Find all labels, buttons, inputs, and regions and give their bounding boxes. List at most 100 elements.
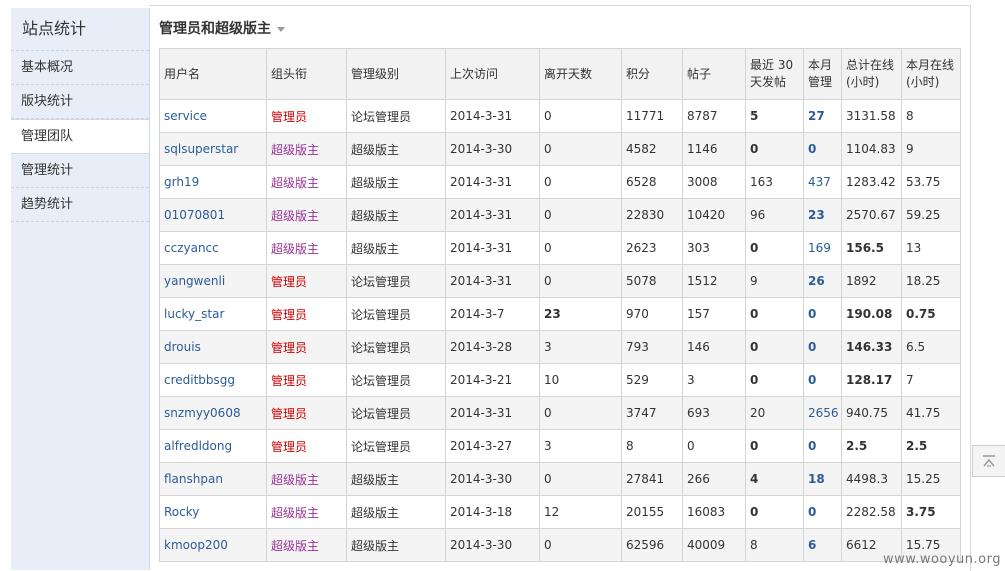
credits: 22830: [626, 208, 665, 222]
col-header-away-days[interactable]: 离开天数: [539, 48, 622, 100]
col-header-user[interactable]: 用户名: [159, 48, 267, 100]
cell-credits: 4582: [621, 132, 683, 166]
cell-user-link: lucky_star: [159, 297, 267, 331]
cell-posts: 1146: [682, 132, 746, 166]
recent-posts: 0: [750, 307, 759, 321]
col-header-month-online[interactable]: 本月在线(小时): [901, 48, 961, 100]
admin-level: 论坛管理员: [351, 307, 412, 322]
group-title: 超级版主: [271, 208, 320, 223]
cell-month-mgr: 0: [803, 429, 842, 463]
month-online: 15.75: [906, 538, 941, 552]
last-visit: 2014-3-31: [450, 175, 513, 189]
user-link[interactable]: lucky_star: [164, 307, 224, 321]
recent-posts: 0: [750, 505, 759, 519]
user-link[interactable]: yangwenli: [164, 274, 225, 288]
sidebar-item-mod-stats[interactable]: 管理统计: [11, 154, 149, 188]
cell-posts: 693: [682, 396, 746, 430]
last-visit: 2014-3-31: [450, 109, 513, 123]
total-online: 1283.42: [846, 175, 896, 189]
group-title: 管理员: [271, 340, 308, 355]
user-link[interactable]: Rocky: [164, 505, 199, 519]
cell-posts: 40009: [682, 528, 746, 562]
cell-posts: 10420: [682, 198, 746, 232]
cell-admin-level: 论坛管理员: [346, 99, 446, 133]
user-link[interactable]: grh19: [164, 175, 199, 189]
group-title: 超级版主: [271, 241, 320, 256]
page-title-text: 管理员和超级版主: [159, 21, 271, 37]
col-header-last-visit[interactable]: 上次访问: [445, 48, 540, 100]
sidebar-item-trends[interactable]: 趋势统计: [11, 188, 149, 222]
chevron-down-icon[interactable]: [277, 26, 285, 32]
group-title: 超级版主: [271, 472, 320, 487]
watermark: www.wooyun.org: [882, 552, 1001, 567]
cell-group-title: 管理员: [266, 363, 347, 397]
user-link[interactable]: kmoop200: [164, 538, 228, 552]
credits: 793: [626, 340, 649, 354]
col-header-posts[interactable]: 帖子: [682, 48, 746, 100]
posts: 10420: [687, 208, 726, 222]
cell-last-visit: 2014-3-30: [445, 462, 540, 496]
cell-last-visit: 2014-3-31: [445, 99, 540, 133]
col-header-month-mgr[interactable]: 本月管理: [803, 48, 842, 100]
cell-posts: 266: [682, 462, 746, 496]
sidebar-item-team[interactable]: 管理团队: [11, 119, 149, 154]
credits: 27841: [626, 472, 665, 486]
month-mgr: 27: [808, 109, 825, 123]
recent-posts: 8: [750, 538, 758, 552]
cell-admin-level: 超级版主: [346, 132, 446, 166]
col-header-credits[interactable]: 积分: [621, 48, 683, 100]
page-title[interactable]: 管理员和超级版主: [159, 18, 285, 38]
cell-month-online: 59.25: [901, 198, 961, 232]
arrow-up-icon: [983, 455, 995, 467]
table-row: drouis 管理员 论坛管理员 2014-3-28 3 793 146 0 0 146.33 6.…: [159, 330, 961, 364]
recent-posts: 0: [750, 142, 759, 156]
main-panel: 管理员和超级版主 用户名 组头衔 管理级别 上次访问 离开天数 积分 帖子 最近…: [149, 5, 971, 571]
cell-month-online: 3.75: [901, 495, 961, 529]
user-link[interactable]: drouis: [164, 340, 201, 354]
user-link[interactable]: 01070801: [164, 208, 225, 222]
cell-group-title: 超级版主: [266, 528, 347, 562]
group-title: 管理员: [271, 373, 308, 388]
col-header-level[interactable]: 管理级别: [346, 48, 446, 100]
cell-admin-level: 论坛管理员: [346, 264, 446, 298]
cell-posts: 16083: [682, 495, 746, 529]
user-link[interactable]: service: [164, 109, 207, 123]
last-visit: 2014-3-21: [450, 373, 513, 387]
user-link[interactable]: creditbbsgg: [164, 373, 235, 387]
cell-posts: 303: [682, 231, 746, 265]
cell-last-visit: 2014-3-7: [445, 297, 540, 331]
cell-recent-posts: 0: [745, 297, 804, 331]
sidebar-item-overview[interactable]: 基本概况: [11, 51, 149, 85]
posts: 1146: [687, 142, 718, 156]
admin-level: 超级版主: [351, 505, 400, 520]
user-link[interactable]: sqlsuperstar: [164, 142, 238, 156]
total-online: 190.08: [846, 307, 893, 321]
back-to-top-button[interactable]: [972, 445, 1005, 477]
user-link[interactable]: snzmyy0608: [164, 406, 241, 420]
cell-user-link: flanshpan: [159, 462, 267, 496]
total-online: 156.5: [846, 241, 884, 255]
sidebar-item-forum-stats[interactable]: 版块统计: [11, 85, 149, 119]
user-link[interactable]: cczyancc: [164, 241, 219, 255]
group-title: 超级版主: [271, 505, 320, 520]
cell-user-link: grh19: [159, 165, 267, 199]
month-mgr: 169: [808, 241, 831, 255]
table-row: kmoop200 超级版主 超级版主 2014-3-30 0 62596 40009 8 6 66…: [159, 528, 961, 562]
user-link[interactable]: alfredldong: [164, 439, 232, 453]
cell-away-days: 23: [539, 297, 622, 331]
user-link[interactable]: flanshpan: [164, 472, 223, 486]
cell-away-days: 3: [539, 330, 622, 364]
cell-last-visit: 2014-3-30: [445, 132, 540, 166]
cell-recent-posts: 0: [745, 132, 804, 166]
cell-away-days: 0: [539, 132, 622, 166]
col-header-group[interactable]: 组头衔: [266, 48, 347, 100]
month-mgr: 0: [808, 439, 817, 453]
cell-away-days: 0: [539, 528, 622, 562]
cell-recent-posts: 0: [745, 330, 804, 364]
away-days: 10: [544, 373, 560, 387]
last-visit: 2014-3-31: [450, 241, 513, 255]
credits: 3747: [626, 406, 657, 420]
col-header-total-online[interactable]: 总计在线(小时): [841, 48, 902, 100]
col-header-recent-posts[interactable]: 最近 30 天发帖: [745, 48, 804, 100]
total-online: 2282.58: [846, 505, 896, 519]
